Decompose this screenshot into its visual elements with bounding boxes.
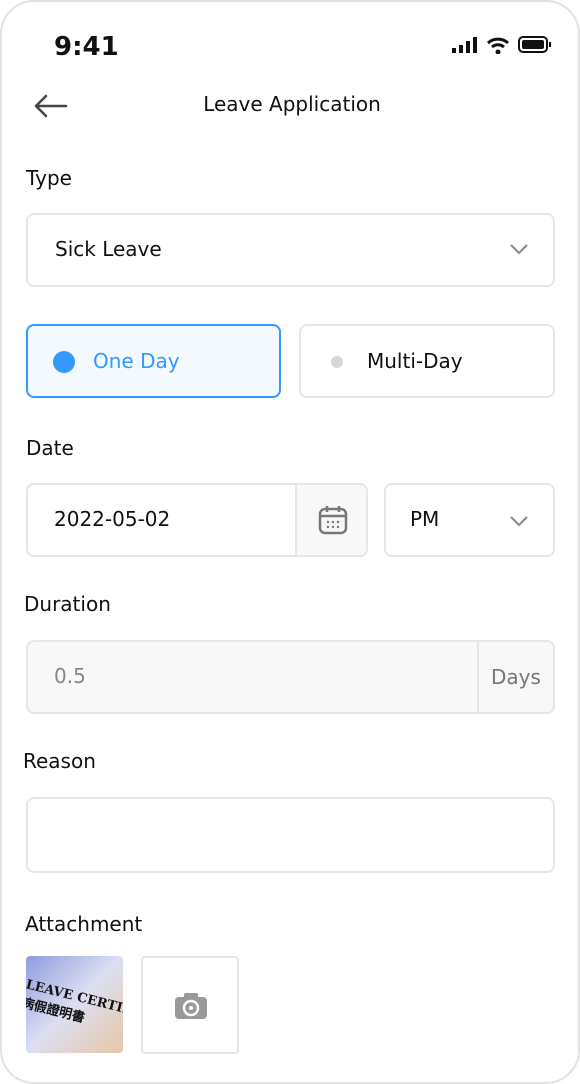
type-select[interactable]: Sick Leave — [26, 213, 555, 287]
date-label: Date — [26, 436, 74, 460]
reason-input[interactable] — [26, 797, 555, 873]
multi-day-label: Multi-Day — [367, 349, 463, 373]
one-day-option[interactable]: One Day — [26, 324, 281, 398]
radio-unselected-icon — [331, 356, 343, 368]
date-value: 2022-05-02 — [54, 507, 171, 531]
page-title: Leave Application — [203, 92, 381, 116]
add-photo-button[interactable] — [141, 956, 239, 1054]
multi-day-option[interactable]: Multi-Day — [299, 324, 555, 398]
duration-input: 0.5 Days — [26, 640, 555, 714]
period-select[interactable]: PM — [384, 483, 555, 557]
type-value: Sick Leave — [55, 237, 162, 261]
attachment-thumbnail[interactable]: LEAVE CERTIF 病假證明書 — [26, 956, 123, 1053]
calendar-button[interactable] — [295, 485, 366, 555]
duration-value: 0.5 — [54, 664, 86, 688]
chevron-down-icon — [510, 516, 528, 527]
battery-icon — [518, 36, 551, 53]
wifi-icon — [487, 37, 509, 54]
attachment-label: Attachment — [25, 912, 143, 936]
duration-label: Duration — [24, 592, 111, 616]
reason-label: Reason — [23, 749, 96, 773]
type-label: Type — [26, 166, 72, 190]
one-day-label: One Day — [93, 349, 180, 373]
status-icons — [452, 36, 552, 54]
camera-icon — [175, 993, 207, 1019]
date-input[interactable]: 2022-05-02 — [26, 483, 368, 557]
duration-unit: Days — [477, 642, 541, 712]
status-time: 9:41 — [54, 32, 119, 62]
certificate-image-text: LEAVE CERTIF 病假證明書 — [26, 977, 123, 1027]
phone-frame: 9:41 Leave Application Type Sick Leave O… — [0, 0, 580, 1084]
period-value: PM — [410, 507, 440, 531]
signal-icon — [452, 37, 477, 53]
chevron-down-icon — [510, 244, 528, 255]
radio-selected-icon — [53, 351, 75, 373]
calendar-icon — [318, 506, 348, 535]
